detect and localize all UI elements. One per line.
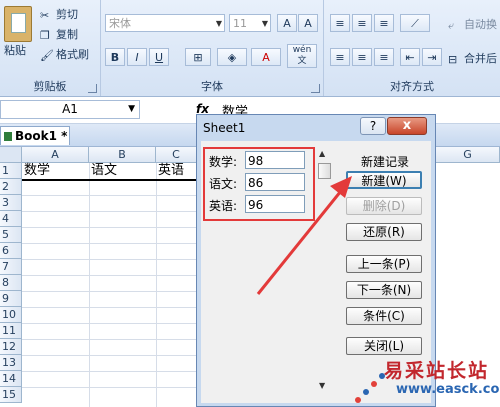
watermark-url: www.easck.com: [396, 382, 500, 397]
annotation-arrow: [256, 176, 352, 295]
watermark-logo: 易采站长站 www.easck.com: [352, 350, 500, 407]
watermark-dots-icon: [355, 373, 385, 403]
watermark-name: 易采站长站: [384, 360, 490, 382]
